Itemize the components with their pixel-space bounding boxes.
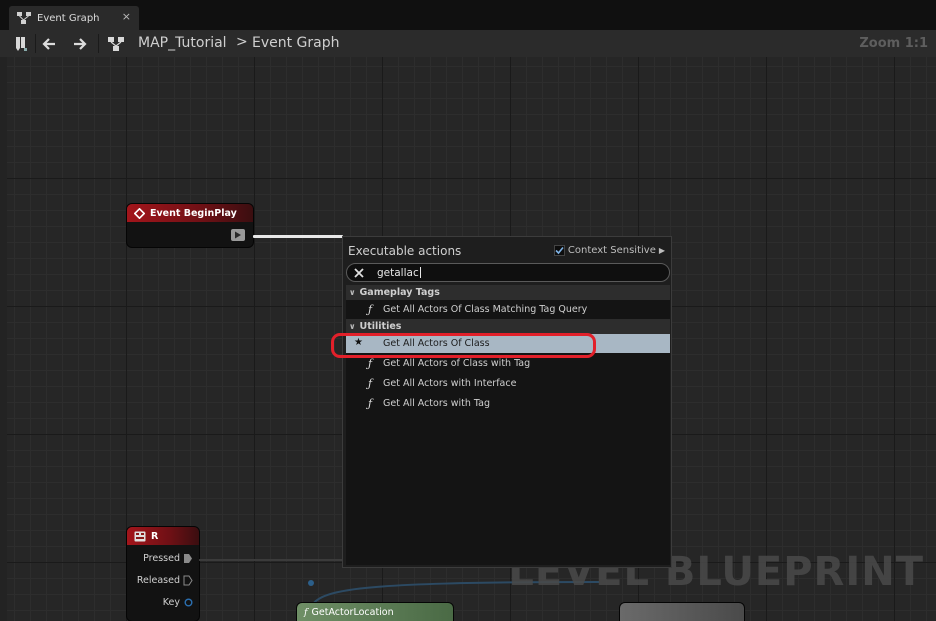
close-icon[interactable]: × <box>122 10 131 23</box>
expand-arrow-icon[interactable]: ▶ <box>659 246 665 255</box>
bookmark-icon <box>16 36 27 51</box>
context-sensitive-label: Context Sensitive <box>567 245 656 256</box>
pin-key[interactable]: Key <box>163 597 193 608</box>
arrow-right-icon <box>74 37 87 50</box>
node-header: Event BeginPlay <box>127 204 253 222</box>
tab-strip: Event Graph × <box>0 0 936 30</box>
left-panel-edge <box>0 57 7 621</box>
node-title: Event BeginPlay <box>150 207 237 219</box>
zoom-level: Zoom 1:1 <box>859 36 928 51</box>
breadcrumb-map[interactable]: MAP_Tutorial <box>138 35 227 51</box>
category-utilities[interactable]: ∨ Utilities <box>346 319 670 334</box>
check-icon <box>555 246 564 255</box>
action-item[interactable]: ƒ Get All Actors Of Class Matching Tag Q… <box>346 300 670 319</box>
action-item[interactable]: ƒ Get All Actors with Tag <box>346 394 670 413</box>
tab-label: Event Graph <box>37 12 100 24</box>
function-icon: ƒ <box>368 357 373 370</box>
category-gameplay-tags[interactable]: ∨ Gameplay Tags <box>346 285 670 300</box>
menu-title: Executable actions <box>348 244 462 258</box>
node-header: R <box>127 527 199 545</box>
chevron-down-icon: ∨ <box>349 288 356 297</box>
executable-actions-menu: Executable actions Context Sensitive ▶ g… <box>342 236 672 568</box>
text-caret <box>419 267 421 278</box>
function-icon: f <box>304 606 308 618</box>
breadcrumb-event-graph[interactable]: Event Graph <box>252 35 340 51</box>
pin-released[interactable]: Released <box>137 575 193 586</box>
exec-pin-icon <box>184 554 192 563</box>
toolbar-divider <box>98 34 99 53</box>
graph-toolbar: MAP_Tutorial > Event Graph Zoom 1:1 <box>0 30 936 57</box>
toolbar-divider <box>35 34 36 53</box>
node-header: f GetActorLocation <box>297 603 453 621</box>
back-button[interactable] <box>38 34 60 53</box>
graph-icon <box>17 12 31 24</box>
function-icon: ƒ <box>368 377 373 390</box>
exec-wire <box>253 235 343 238</box>
forward-button[interactable] <box>69 34 91 53</box>
clear-search-icon[interactable] <box>353 267 365 279</box>
exec-pin-outline-icon <box>183 575 193 586</box>
function-icon: ƒ <box>368 397 373 410</box>
node-get-actor-location[interactable]: f GetActorLocation <box>297 603 453 621</box>
pin-pressed[interactable]: Pressed <box>143 553 193 564</box>
chevron-down-icon: ∨ <box>349 322 356 331</box>
action-item[interactable]: ƒ Get All Actors with Interface <box>346 374 670 393</box>
function-icon: ƒ <box>368 303 373 316</box>
tab-event-graph[interactable]: Event Graph × <box>9 6 139 30</box>
node-header <box>620 603 744 621</box>
arrow-left-icon <box>42 37 55 50</box>
event-diamond-icon <box>134 207 145 219</box>
search-input[interactable]: getallac <box>346 263 670 282</box>
context-sensitive-toggle[interactable]: Context Sensitive ▶ <box>553 245 665 256</box>
exec-pin-icon[interactable] <box>230 228 246 242</box>
context-sensitive-checkbox[interactable] <box>553 245 565 256</box>
node-event-beginplay[interactable]: Event BeginPlay <box>127 204 253 247</box>
node-title: R <box>151 530 159 542</box>
node-partial[interactable] <box>620 603 744 621</box>
bookmark-button[interactable] <box>10 34 32 53</box>
graph-type-button[interactable] <box>105 34 127 53</box>
keyboard-icon <box>134 531 146 541</box>
breadcrumb-separator: > <box>236 34 248 50</box>
highlight-annotation <box>331 333 596 358</box>
node-title: GetActorLocation <box>311 606 394 618</box>
graph-icon <box>108 36 124 51</box>
search-input-value: getallac <box>377 266 419 279</box>
node-r-key[interactable]: R Pressed Released Key <box>127 527 199 621</box>
struct-pin-icon <box>184 598 193 607</box>
actions-list: ∨ Gameplay Tags ƒ Get All Actors Of Clas… <box>346 285 670 565</box>
